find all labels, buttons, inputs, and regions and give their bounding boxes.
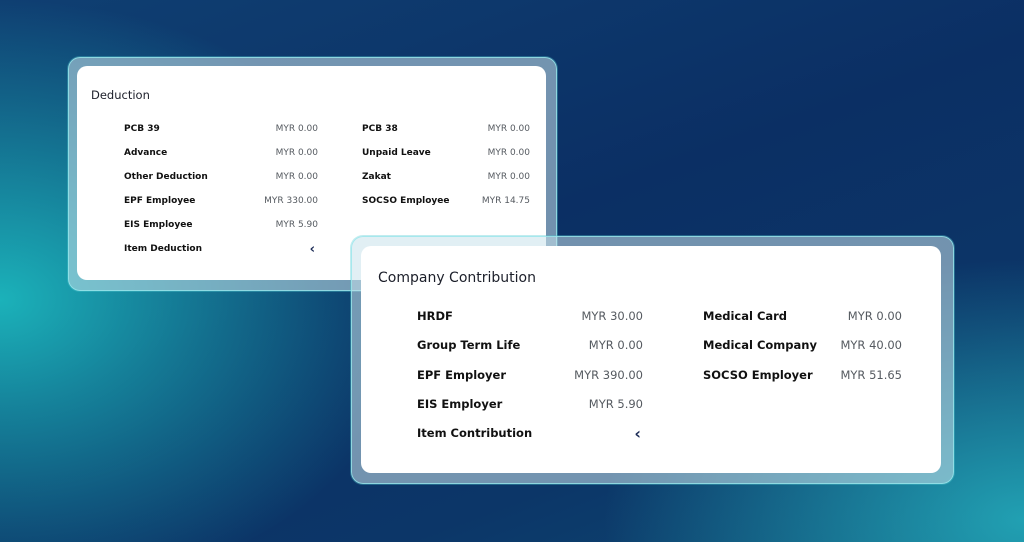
deduction-row-epf-employee: EPF Employee MYR 330.00 <box>124 193 318 209</box>
deduction-value: MYR 0.00 <box>487 148 530 158</box>
contribution-row-medical-company: Medical Company MYR 40.00 <box>703 336 902 354</box>
deduction-row-zakat: Zakat MYR 0.00 <box>362 169 530 185</box>
deduction-value: MYR 0.00 <box>275 124 318 134</box>
deduction-title: Deduction <box>91 88 150 102</box>
chevron-left-icon[interactable]: ‹ <box>310 242 315 257</box>
deduction-value: MYR 14.75 <box>481 196 530 206</box>
contribution-label: EIS Employer <box>417 397 503 411</box>
deduction-label: SOCSO Employee <box>362 196 450 206</box>
deduction-label: PCB 38 <box>362 124 398 134</box>
contribution-row-eis-employer: EIS Employer MYR 5.90 <box>417 395 643 413</box>
deduction-label: EPF Employee <box>124 196 196 206</box>
contribution-row-socso-employer: SOCSO Employer MYR 51.65 <box>703 366 902 384</box>
deduction-row-advance: Advance MYR 0.00 <box>124 145 318 161</box>
deduction-label: Zakat <box>362 172 391 182</box>
deduction-value: MYR 0.00 <box>275 148 318 158</box>
deduction-label: Advance <box>124 148 168 158</box>
deduction-row-pcb38: PCB 38 MYR 0.00 <box>362 121 530 137</box>
deduction-value: MYR 0.00 <box>487 124 530 134</box>
deduction-row-eis-employee: EIS Employee MYR 5.90 <box>124 217 318 233</box>
contribution-row-group-term-life: Group Term Life MYR 0.00 <box>417 336 643 354</box>
contribution-card: Company Contribution HRDF MYR 30.00 Grou… <box>361 246 941 473</box>
item-contribution-label: Item Contribution <box>417 426 533 440</box>
deduction-value: MYR 0.00 <box>275 172 318 182</box>
contribution-label: Medical Company <box>703 338 817 352</box>
item-deduction-label: Item Deduction <box>124 244 203 254</box>
deduction-value: MYR 330.00 <box>264 196 318 206</box>
contribution-row-epf-employer: EPF Employer MYR 390.00 <box>417 366 643 384</box>
contribution-row-medical-card: Medical Card MYR 0.00 <box>703 307 902 325</box>
contribution-label: EPF Employer <box>417 368 507 382</box>
chevron-left-icon[interactable]: ‹ <box>634 424 641 443</box>
contribution-value: MYR 5.90 <box>588 397 643 411</box>
deduction-label: Unpaid Leave <box>362 148 431 158</box>
deduction-row-socso-employee: SOCSO Employee MYR 14.75 <box>362 193 530 209</box>
contribution-value: MYR 390.00 <box>574 368 643 382</box>
contribution-value: MYR 0.00 <box>847 309 902 323</box>
contribution-row-hrdf: HRDF MYR 30.00 <box>417 307 643 325</box>
contribution-value: MYR 30.00 <box>581 309 643 323</box>
contribution-value: MYR 40.00 <box>840 338 902 352</box>
deduction-value: MYR 0.00 <box>487 172 530 182</box>
contribution-label: Medical Card <box>703 309 788 323</box>
contribution-value: MYR 51.65 <box>840 368 902 382</box>
deduction-row-unpaid-leave: Unpaid Leave MYR 0.00 <box>362 145 530 161</box>
contribution-label: HRDF <box>417 309 453 323</box>
deduction-label: PCB 39 <box>124 124 160 134</box>
deduction-row-other-deduction: Other Deduction MYR 0.00 <box>124 169 318 185</box>
deduction-label: Other Deduction <box>124 172 208 182</box>
item-contribution-row[interactable]: Item Contribution ‹ <box>417 424 643 443</box>
contribution-label: Group Term Life <box>417 338 521 352</box>
contribution-label: SOCSO Employer <box>703 368 813 382</box>
deduction-value: MYR 5.90 <box>275 220 318 230</box>
item-deduction-row[interactable]: Item Deduction ‹ <box>124 241 318 257</box>
deduction-label: EIS Employee <box>124 220 193 230</box>
contribution-title: Company Contribution <box>378 270 536 286</box>
contribution-value: MYR 0.00 <box>588 338 643 352</box>
deduction-row-pcb39: PCB 39 MYR 0.00 <box>124 121 318 137</box>
